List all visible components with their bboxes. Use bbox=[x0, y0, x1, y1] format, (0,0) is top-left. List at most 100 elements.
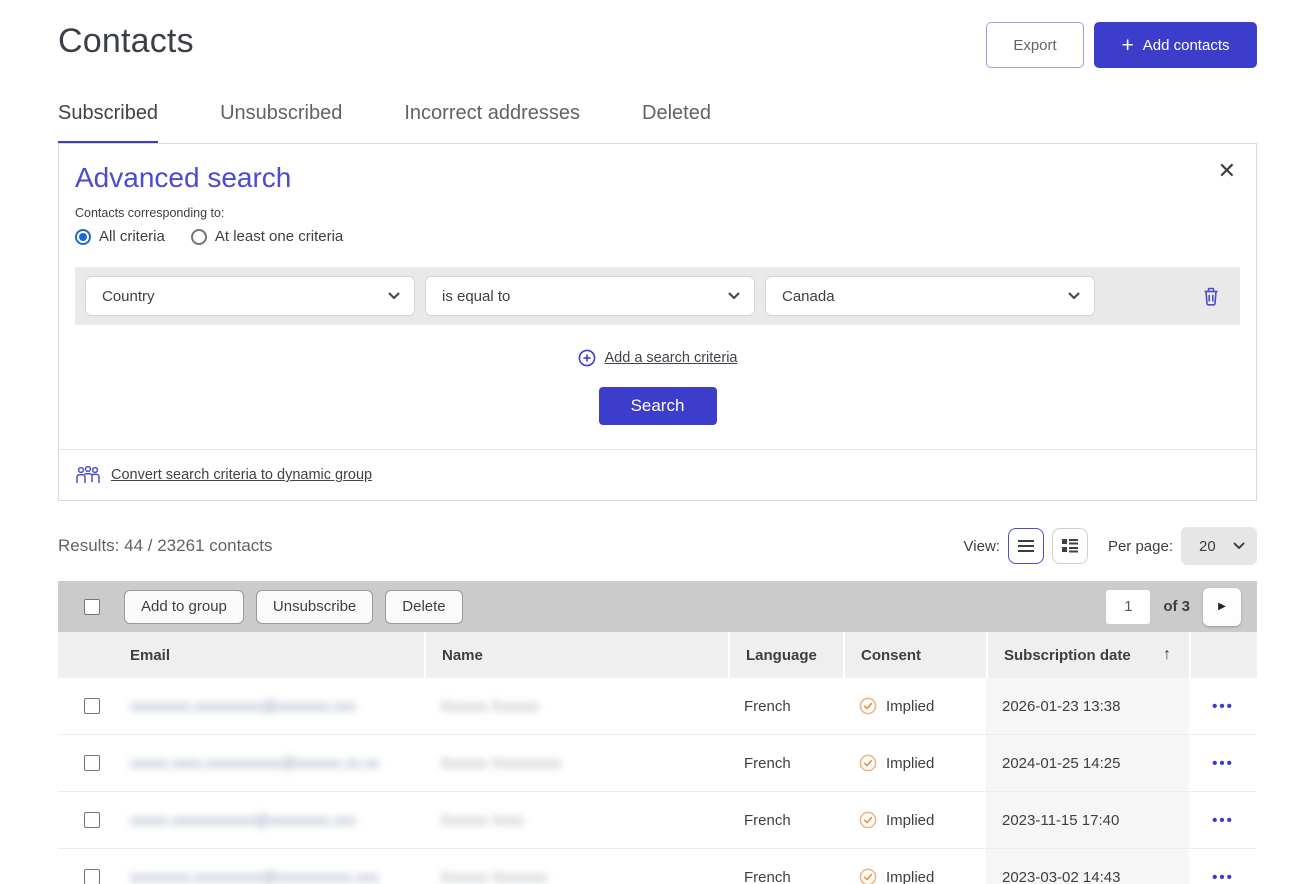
email-cell: xxxxx.xxxx.xxxxxxxxxx@xxxxxx.xx.xx bbox=[114, 735, 424, 791]
header-language[interactable]: Language bbox=[728, 632, 843, 678]
subscription-date-cell: 2023-03-02 14:43 bbox=[986, 849, 1189, 884]
criteria-operator-select[interactable]: is equal to bbox=[425, 276, 755, 316]
tabs: Subscribed Unsubscribed Incorrect addres… bbox=[58, 102, 1257, 143]
criteria-value-select[interactable]: Canada bbox=[765, 276, 1095, 316]
list-view-icon bbox=[1018, 540, 1034, 552]
page-number-input[interactable] bbox=[1106, 590, 1150, 624]
view-label: View: bbox=[964, 538, 1000, 555]
row-actions-cell: ••• bbox=[1189, 792, 1257, 848]
results-bar: Results: 44 / 23261 contacts View: bbox=[58, 527, 1257, 565]
header-subscription-date-label: Subscription date bbox=[1004, 647, 1131, 664]
consent-cell: Implied bbox=[843, 735, 986, 791]
trash-icon[interactable] bbox=[1202, 286, 1220, 306]
language-cell: French bbox=[728, 849, 843, 884]
list-view-toggle[interactable] bbox=[1008, 528, 1044, 564]
radio-at-least-one-criteria[interactable]: At least one criteria bbox=[191, 228, 343, 245]
name-cell: Xxxxxx Xxxxxxxxx bbox=[424, 735, 728, 791]
add-contacts-button[interactable]: + Add contacts bbox=[1094, 22, 1257, 68]
view-controls: View: Per page: 20 bbox=[964, 527, 1257, 565]
advanced-search-body: Advanced search Contacts corresponding t… bbox=[59, 144, 1256, 449]
name-cell: Xxxxxx Xxxxxx bbox=[424, 678, 728, 734]
search-button[interactable]: Search bbox=[599, 387, 717, 425]
advanced-search-panel: ✕ Advanced search Contacts corresponding… bbox=[58, 143, 1257, 501]
blurred-name-text: Xxxxxx Xxxxxxx bbox=[440, 869, 547, 884]
row-checkbox[interactable] bbox=[84, 698, 100, 714]
tab-unsubscribed[interactable]: Unsubscribed bbox=[220, 102, 342, 143]
row-menu-icon[interactable]: ••• bbox=[1212, 755, 1234, 772]
table-row: xxxxx.xxxxxxxxxxx@xxxxxxxx.xxx Xxxxxx Xx… bbox=[58, 792, 1257, 849]
row-menu-icon[interactable]: ••• bbox=[1212, 698, 1234, 715]
blurred-email-text: xxxxxxxx.xxxxxxxxx@xxxxxxx.xxx bbox=[130, 698, 356, 715]
consent-check-icon bbox=[859, 811, 877, 829]
row-checkbox-cell bbox=[58, 792, 114, 848]
row-checkbox[interactable] bbox=[84, 812, 100, 828]
next-page-icon: ▶ bbox=[1218, 601, 1226, 612]
add-to-group-button[interactable]: Add to group bbox=[124, 590, 244, 624]
table-row: xxxxx.xxxx.xxxxxxxxxx@xxxxxx.xx.xx Xxxxx… bbox=[58, 735, 1257, 792]
radio-all-criteria-label: All criteria bbox=[99, 228, 165, 245]
tab-deleted[interactable]: Deleted bbox=[642, 102, 711, 143]
header-checkbox-spacer bbox=[58, 632, 114, 678]
unsubscribe-button[interactable]: Unsubscribe bbox=[256, 590, 373, 624]
bulk-actions: Add to group Unsubscribe Delete bbox=[124, 590, 463, 624]
panel-footer: Convert search criteria to dynamic group bbox=[59, 449, 1256, 500]
language-cell: French bbox=[728, 792, 843, 848]
consent-check-icon bbox=[859, 697, 877, 715]
header-subscription-date[interactable]: Subscription date ↑ bbox=[986, 632, 1189, 678]
row-checkbox[interactable] bbox=[84, 755, 100, 771]
subscription-date-cell: 2026-01-23 13:38 bbox=[986, 678, 1189, 734]
email-cell: xxxxxxxx.xxxxxxxxx@xxxxxxx.xxx bbox=[114, 678, 424, 734]
convert-to-dynamic-group-link[interactable]: Convert search criteria to dynamic group bbox=[111, 467, 372, 483]
radio-at-least-one-label: At least one criteria bbox=[215, 228, 343, 245]
criteria-field-select[interactable]: Country bbox=[85, 276, 415, 316]
blurred-email-text: xxxxx.xxxxxxxxxxx@xxxxxxxx.xxx bbox=[130, 812, 356, 829]
add-search-criteria-link[interactable]: Add a search criteria bbox=[605, 350, 738, 366]
consent-check-icon bbox=[859, 754, 877, 772]
tab-incorrect-addresses[interactable]: Incorrect addresses bbox=[404, 102, 580, 143]
row-checkbox-cell bbox=[58, 678, 114, 734]
email-cell: xxxxxxxx.xxxxxxxxx@xxxxxxxxxx.xxx bbox=[114, 849, 424, 884]
blurred-name-text: Xxxxxx Xxxxxx bbox=[440, 698, 539, 715]
sort-ascending-icon[interactable]: ↑ bbox=[1163, 646, 1171, 664]
close-icon[interactable]: ✕ bbox=[1218, 160, 1236, 182]
card-view-toggle[interactable] bbox=[1052, 528, 1088, 564]
row-menu-icon[interactable]: ••• bbox=[1212, 869, 1234, 884]
chevron-down-icon bbox=[1233, 542, 1245, 550]
per-page-select[interactable]: 20 bbox=[1181, 527, 1257, 565]
email-cell: xxxxx.xxxxxxxxxxx@xxxxxxxx.xxx bbox=[114, 792, 424, 848]
radio-all-criteria[interactable]: All criteria bbox=[75, 228, 165, 245]
header-email[interactable]: Email bbox=[114, 632, 424, 678]
add-criteria-row: Add a search criteria bbox=[75, 349, 1240, 367]
table-row: xxxxxxxx.xxxxxxxxx@xxxxxxx.xxx Xxxxxx Xx… bbox=[58, 678, 1257, 735]
per-page-label: Per page: bbox=[1108, 538, 1173, 555]
consent-label: Implied bbox=[886, 755, 934, 772]
blurred-email-text: xxxxxxxx.xxxxxxxxx@xxxxxxxxxx.xxx bbox=[130, 869, 379, 884]
group-people-icon bbox=[75, 465, 101, 485]
consent-label: Implied bbox=[886, 869, 934, 884]
consent-check-icon bbox=[859, 868, 877, 884]
page-title: Contacts bbox=[58, 22, 194, 61]
row-menu-icon[interactable]: ••• bbox=[1212, 812, 1234, 829]
consent-cell: Implied bbox=[843, 849, 986, 884]
consent-cell: Implied bbox=[843, 678, 986, 734]
next-page-button[interactable]: ▶ bbox=[1203, 588, 1241, 626]
consent-cell: Implied bbox=[843, 792, 986, 848]
corresponding-label: Contacts corresponding to: bbox=[75, 206, 1240, 220]
consent-label: Implied bbox=[886, 812, 934, 829]
delete-button[interactable]: Delete bbox=[385, 590, 462, 624]
results-count: Results: 44 / 23261 contacts bbox=[58, 536, 273, 556]
header-consent[interactable]: Consent bbox=[843, 632, 986, 678]
blurred-name-text: Xxxxxx Xxxxxxxxx bbox=[440, 755, 562, 772]
table-toolbar: Add to group Unsubscribe Delete of 3 ▶ bbox=[58, 581, 1257, 632]
language-cell: French bbox=[728, 678, 843, 734]
circled-plus-icon bbox=[578, 349, 596, 367]
row-checkbox[interactable] bbox=[84, 869, 100, 884]
header-name[interactable]: Name bbox=[424, 632, 728, 678]
pagination: of 3 ▶ bbox=[1106, 588, 1241, 626]
name-cell: Xxxxxx Xxxxxxx bbox=[424, 849, 728, 884]
row-actions-cell: ••• bbox=[1189, 678, 1257, 734]
select-all-checkbox[interactable] bbox=[84, 599, 100, 615]
export-button[interactable]: Export bbox=[986, 22, 1084, 68]
tab-subscribed[interactable]: Subscribed bbox=[58, 102, 158, 145]
language-cell: French bbox=[728, 735, 843, 791]
